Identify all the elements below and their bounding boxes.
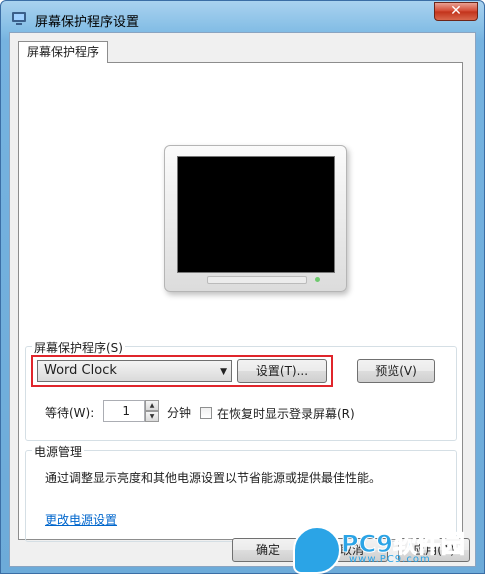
close-button[interactable]: ✕ [434, 2, 478, 21]
highlight-annotation [31, 355, 333, 387]
spin-down-icon[interactable]: ▼ [145, 411, 159, 422]
screensaver-group-label: 屏幕保护程序(S) [32, 339, 125, 356]
watermark-subtext: www.PC9.com [349, 554, 431, 565]
power-group-label: 电源管理 [32, 443, 85, 460]
monitor-preview [164, 145, 347, 292]
resume-logon-checkbox[interactable] [200, 407, 212, 419]
monitor-slot [207, 276, 307, 284]
window-title: 屏幕保护程序设置 [35, 15, 140, 30]
wait-unit-label: 分钟 [167, 406, 192, 420]
wait-minutes-input[interactable]: 1 [103, 400, 145, 422]
change-power-settings-link[interactable]: 更改电源设置 [45, 511, 117, 528]
preview-button[interactable]: 预览(V) [357, 359, 435, 383]
watermark-bubble-icon [293, 526, 341, 574]
spin-up-icon[interactable]: ▲ [145, 400, 159, 411]
screensaver-settings-window: 屏幕保护程序设置 ✕ 屏幕保护程序 屏幕保护程序(S) Word Clock ▼… [0, 0, 485, 574]
power-led-icon [315, 277, 320, 282]
resume-logon-label: 在恢复时显示登录屏幕(R) [217, 407, 355, 421]
tab-panel: 屏幕保护程序(S) Word Clock ▼ 设置(T)... 预览(V) 等待… [18, 62, 463, 542]
dialog-client-area: 屏幕保护程序 屏幕保护程序(S) Word Clock ▼ 设置(T)... 预… [9, 32, 476, 567]
tab-screensaver[interactable]: 屏幕保护程序 [18, 41, 109, 63]
power-description: 通过调整显示亮度和其他电源设置以节省能源或提供最佳性能。 [45, 471, 382, 485]
close-icon: ✕ [450, 3, 462, 19]
preview-screen [177, 156, 335, 273]
display-settings-icon [12, 12, 26, 25]
wait-label: 等待(W): [45, 406, 95, 420]
title-bar[interactable]: 屏幕保护程序设置 ✕ [1, 1, 484, 35]
watermark-logo: PC9软件园 www.PC9.com [293, 520, 475, 574]
